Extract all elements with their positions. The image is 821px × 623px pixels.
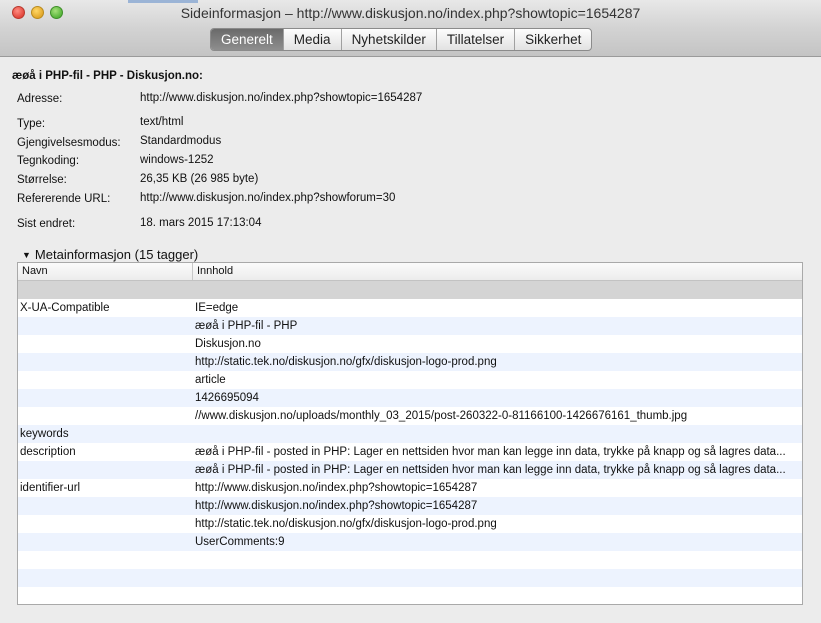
column-header-content[interactable]: Innhold — [197, 265, 233, 277]
table-row[interactable]: 1426695094 — [18, 389, 802, 407]
row-content: 1426695094 — [195, 392, 259, 404]
titlebar: Sideinformasjon – http://www.diskusjon.n… — [0, 0, 821, 57]
row-content: æøå i PHP-fil - PHP — [195, 320, 298, 332]
tab-sikkerhet[interactable]: Sikkerhet — [514, 29, 591, 50]
row-content: æøå i PHP-fil - posted in PHP: Lager en … — [195, 464, 786, 476]
type-label: Type: — [17, 118, 46, 130]
modified-value: 18. mars 2015 17:13:04 — [140, 217, 262, 229]
referrer-value[interactable]: http://www.diskusjon.no/index.php?showfo… — [140, 192, 395, 204]
address-label: Adresse: — [17, 93, 63, 105]
tab-generelt[interactable]: Generelt — [211, 29, 283, 50]
table-row[interactable]: //www.diskusjon.no/uploads/monthly_03_20… — [18, 407, 802, 425]
meta-disclosure[interactable]: ▼ Metainformasjon (15 tagger) — [22, 247, 198, 262]
background-window-edge — [128, 0, 198, 3]
row-name: keywords — [20, 428, 69, 440]
table-row[interactable]: article — [18, 371, 802, 389]
tab-nyhetskilder[interactable]: Nyhetskilder — [340, 29, 436, 50]
table-header: Navn Innhold — [18, 263, 802, 281]
table-row[interactable]: keywords — [18, 425, 802, 443]
row-content: http://www.diskusjon.no/index.php?showto… — [195, 482, 478, 494]
page-info-window: Sideinformasjon – http://www.diskusjon.n… — [0, 0, 821, 623]
row-content: UserComments:9 — [195, 536, 285, 548]
column-divider[interactable] — [192, 263, 193, 280]
row-content: http://www.diskusjon.no/index.php?showto… — [195, 500, 478, 512]
tab-tillatelser[interactable]: Tillatelser — [435, 29, 514, 50]
tab-media[interactable]: Media — [282, 29, 341, 50]
table-row[interactable]: identifier-url http://www.diskusjon.no/in… — [18, 479, 802, 497]
table-row[interactable]: http://www.diskusjon.no/index.php?showto… — [18, 497, 802, 515]
table-row[interactable]: http://static.tek.no/diskusjon.no/gfx/di… — [18, 353, 802, 371]
row-name: identifier-url — [20, 482, 81, 494]
table-row[interactable]: UserComments:9 — [18, 533, 802, 551]
type-value: text/html — [140, 116, 184, 128]
row-content: æøå i PHP-fil - posted in PHP: Lager en … — [195, 446, 786, 458]
row-content: Diskusjon.no — [195, 338, 261, 350]
row-content: IE=edge — [195, 302, 239, 314]
general-panel: æøå i PHP-fil - PHP - Diskusjon.no: Adre… — [0, 57, 821, 623]
tab-bar: Generelt Media Nyhetskilder Tillatelser … — [210, 28, 593, 51]
meta-table[interactable]: Navn Innhold X-UA-Compatible IE=edge æøå … — [17, 262, 803, 605]
table-body: X-UA-Compatible IE=edge æøå i PHP-fil - P… — [18, 281, 802, 587]
table-row[interactable]: æøå i PHP-fil - PHP — [18, 317, 802, 335]
table-row[interactable]: Diskusjon.no — [18, 335, 802, 353]
row-content: http://static.tek.no/diskusjon.no/gfx/di… — [195, 518, 497, 530]
size-label: Størrelse: — [17, 174, 67, 186]
table-row[interactable] — [18, 281, 802, 299]
table-row[interactable]: http://static.tek.no/diskusjon.no/gfx/di… — [18, 515, 802, 533]
table-row-empty — [18, 551, 802, 569]
encoding-value: windows-1252 — [140, 154, 214, 166]
row-content: http://static.tek.no/diskusjon.no/gfx/di… — [195, 356, 497, 368]
page-title: æøå i PHP-fil - PHP - Diskusjon.no: — [12, 70, 203, 82]
column-header-name[interactable]: Navn — [22, 265, 48, 277]
size-value: 26,35 KB (26 985 byte) — [140, 173, 259, 185]
window-title: Sideinformasjon – http://www.diskusjon.n… — [180, 5, 641, 21]
row-name: description — [20, 446, 76, 458]
disclosure-triangle-icon[interactable]: ▼ — [22, 250, 31, 260]
modified-label: Sist endret: — [17, 218, 76, 230]
table-row[interactable]: description æøå i PHP-fil - posted in PHP… — [18, 443, 802, 461]
row-content: article — [195, 374, 226, 386]
encoding-label: Tegnkoding: — [17, 155, 80, 167]
row-content: //www.diskusjon.no/uploads/monthly_03_20… — [195, 410, 688, 422]
meta-section-label: Metainformasjon (15 tagger) — [34, 247, 199, 262]
row-name: X-UA-Compatible — [20, 302, 110, 314]
table-row-empty — [18, 569, 802, 587]
table-row[interactable]: X-UA-Compatible IE=edge — [18, 299, 802, 317]
render-mode-label: Gjengivelsesmodus: — [17, 137, 121, 149]
address-value[interactable]: http://www.diskusjon.no/index.php?showto… — [140, 92, 422, 104]
table-row[interactable]: æøå i PHP-fil - posted in PHP: Lager en … — [18, 461, 802, 479]
render-mode-value: Standardmodus — [140, 135, 222, 147]
referrer-label: Refererende URL: — [17, 193, 111, 205]
